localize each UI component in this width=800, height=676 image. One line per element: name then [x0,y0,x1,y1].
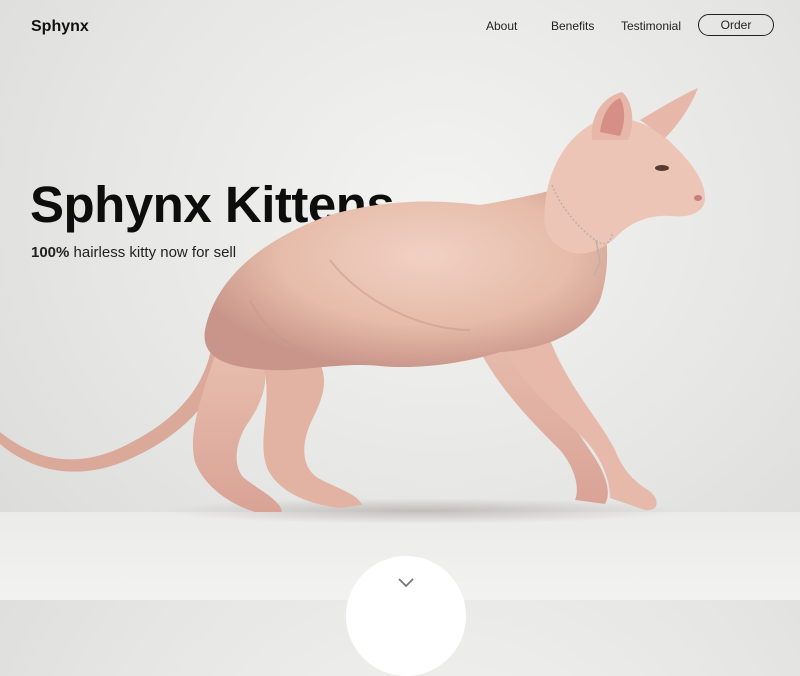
nav-link-about[interactable]: About [486,19,517,33]
hero-subtitle-text: hairless kitty now for sell [69,244,237,261]
hero-subtitle-highlight: 100% [31,244,70,261]
scroll-down-button[interactable] [346,556,466,676]
hero-subtitle: 100% hairless kitty now for sell [31,244,236,261]
site-logo[interactable]: Sphynx [31,18,89,36]
chevron-down-icon [398,578,414,588]
nav-link-benefits[interactable]: Benefits [551,19,594,33]
order-button[interactable]: Order [698,14,774,36]
site-header: Sphynx About Benefits Testimonial Order [0,0,800,56]
sphynx-cat-icon [0,88,705,512]
nav-link-testimonial[interactable]: Testimonial [621,19,681,33]
